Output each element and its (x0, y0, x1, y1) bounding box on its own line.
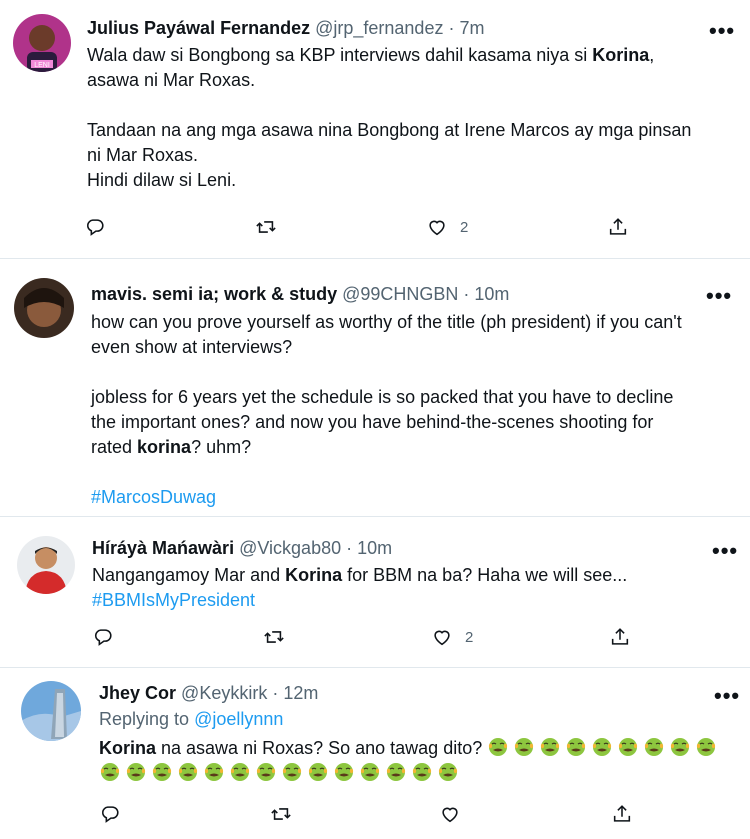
nauseated-face-emoji (334, 763, 354, 781)
reply-target-link[interactable]: @joellynnn (194, 709, 283, 729)
avatar[interactable] (21, 681, 81, 741)
retweet-icon (264, 631, 284, 643)
nauseated-face-emoji (100, 763, 120, 781)
nauseated-face-emoji (282, 763, 302, 781)
share-icon (613, 805, 631, 822)
reply-icon (95, 629, 112, 646)
tweet-header: mavis. semi ia; work & study @99CHNGBN ·… (91, 284, 509, 305)
separator: · (458, 284, 475, 304)
like-icon (429, 220, 445, 236)
retweet-icon (271, 808, 291, 820)
reply-button[interactable] (92, 626, 114, 648)
tweet-header: Híráyà Mańawàri @Vickgab80 · 10m (92, 538, 392, 559)
nauseated-face-emoji (541, 738, 560, 756)
tweet-text: Korina na asawa ni Roxas? So ano tawag d… (99, 736, 739, 786)
author-handle[interactable]: @jrp_fernandez (315, 18, 443, 38)
author-name[interactable]: Jhey Cor (99, 683, 176, 703)
tweet-actions: 2 (84, 216, 644, 242)
nauseated-face-emoji (152, 763, 172, 781)
nauseated-face-emoji (645, 738, 664, 756)
reply-icon (87, 219, 104, 236)
tweet-4[interactable]: Jhey Cor @Keykkirk · 12m ••• Replying to… (0, 668, 750, 839)
emoji-row (99, 763, 463, 783)
nauseated-face-emoji (230, 763, 250, 781)
retweet-icon (256, 221, 276, 233)
share-button[interactable] (611, 803, 633, 825)
hashtag-link[interactable]: #MarcosDuwag (91, 487, 216, 507)
timestamp[interactable]: 12m (283, 683, 318, 703)
tweet-actions (99, 803, 659, 829)
timestamp[interactable]: 10m (474, 284, 509, 304)
like-button[interactable]: 2 (426, 216, 468, 238)
timestamp[interactable]: 7m (459, 18, 484, 38)
tweet-header: Jhey Cor @Keykkirk · 12m (99, 683, 318, 704)
author-handle[interactable]: @Vickgab80 (239, 538, 341, 558)
reply-button[interactable] (99, 803, 121, 825)
author-handle[interactable]: @99CHNGBN (342, 284, 458, 304)
like-count: 2 (465, 628, 474, 646)
author-name[interactable]: Julius Payáwal Fernandez (87, 18, 310, 38)
reply-icon (102, 806, 119, 823)
tweet-2[interactable]: mavis. semi ia; work & study @99CHNGBN ·… (0, 259, 750, 516)
nauseated-face-emoji (412, 763, 432, 781)
nauseated-face-emoji (360, 763, 380, 781)
emoji-row (487, 738, 721, 758)
hashtag-link[interactable]: #BBMIsMyPresident (92, 590, 255, 610)
nauseated-face-emoji (126, 763, 146, 781)
nauseated-face-emoji (489, 738, 508, 756)
tweet-1[interactable]: LENI Julius Payáwal Fernandez @jrp_ferna… (0, 0, 750, 258)
avatar-badge: LENI (34, 62, 50, 69)
separator: · (267, 683, 284, 703)
more-icon[interactable]: ••• (714, 685, 740, 707)
author-name[interactable]: Híráyà Mańawàri (92, 538, 234, 558)
nauseated-face-emoji (515, 738, 534, 756)
like-count: 2 (460, 218, 469, 236)
more-icon[interactable]: ••• (712, 540, 738, 562)
retweet-button[interactable] (263, 626, 285, 648)
nauseated-face-emoji (567, 738, 586, 756)
avatar[interactable]: LENI (13, 14, 71, 72)
like-button[interactable]: 2 (431, 626, 473, 648)
avatar[interactable] (14, 278, 74, 338)
tweet-actions: 2 (92, 626, 652, 652)
separator: · (443, 18, 460, 38)
tweet-text: how can you prove yourself as worthy of … (91, 312, 682, 507)
nauseated-face-emoji (204, 763, 224, 781)
nauseated-face-emoji (386, 763, 406, 781)
more-icon[interactable]: ••• (706, 285, 732, 307)
tweet-3[interactable]: Híráyà Mańawàri @Vickgab80 · 10m ••• Nan… (0, 517, 750, 667)
more-icon[interactable]: ••• (709, 20, 735, 42)
timestamp[interactable]: 10m (357, 538, 392, 558)
share-button[interactable] (607, 216, 629, 238)
share-icon (611, 628, 629, 645)
nauseated-face-emoji (671, 738, 690, 756)
nauseated-face-emoji (256, 763, 276, 781)
nauseated-face-emoji (308, 763, 328, 781)
avatar[interactable] (17, 536, 75, 594)
nauseated-face-emoji (178, 763, 198, 781)
separator: · (341, 538, 358, 558)
like-button[interactable] (439, 803, 461, 825)
nauseated-face-emoji (593, 738, 612, 756)
author-handle[interactable]: @Keykkirk (181, 683, 267, 703)
like-icon (434, 630, 450, 646)
share-button[interactable] (609, 626, 631, 648)
share-icon (609, 218, 627, 235)
retweet-button[interactable] (270, 803, 292, 825)
retweet-button[interactable] (255, 216, 277, 238)
tweet-text: Nangangamoy Mar and Korina for BBM na ba… (92, 565, 628, 610)
nauseated-face-emoji (619, 738, 638, 756)
author-name[interactable]: mavis. semi ia; work & study (91, 284, 337, 304)
like-icon (442, 807, 458, 823)
nauseated-face-emoji (438, 763, 458, 781)
tweet-text: Wala daw si Bongbong sa KBP interviews d… (87, 45, 692, 190)
tweet-header: Julius Payáwal Fernandez @jrp_fernandez … (87, 18, 484, 39)
nauseated-face-emoji (697, 738, 716, 756)
replying-to: Replying to @joellynnn (99, 709, 284, 729)
reply-button[interactable] (84, 216, 106, 238)
